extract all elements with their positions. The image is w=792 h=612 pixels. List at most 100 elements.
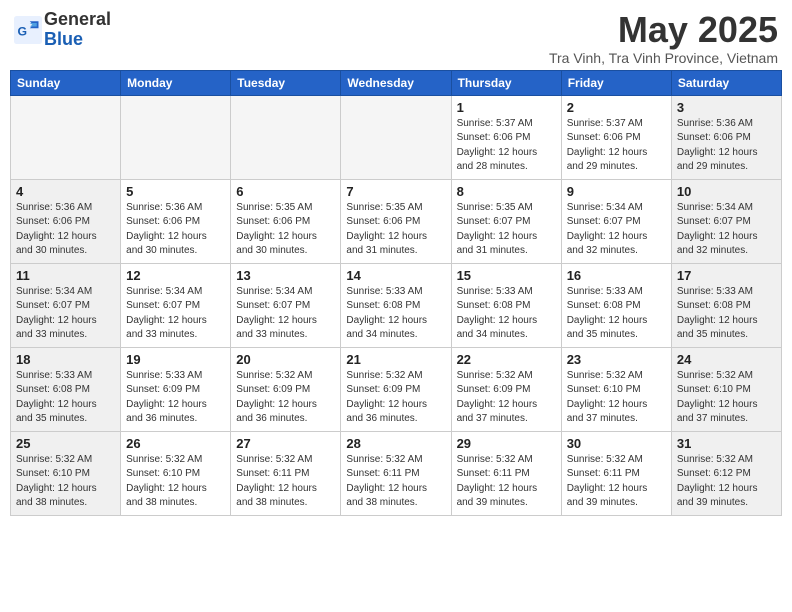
calendar-day: 24 Sunrise: 5:32 AM Sunset: 6:10 PM Dayli…: [671, 347, 781, 431]
logo-blue: Blue: [44, 29, 83, 49]
day-number: 2: [567, 100, 666, 115]
calendar-day: 2 Sunrise: 5:37 AM Sunset: 6:06 PM Daylig…: [561, 95, 671, 179]
day-number: 9: [567, 184, 666, 199]
day-number: 25: [16, 436, 115, 451]
location: Tra Vinh, Tra Vinh Province, Vietnam: [549, 50, 778, 66]
day-number: 24: [677, 352, 776, 367]
day-info: Sunrise: 5:37 AM Sunset: 6:06 PM Dayligh…: [567, 117, 666, 175]
calendar-day: 17 Sunrise: 5:33 AM Sunset: 6:08 PM Dayli…: [671, 263, 781, 347]
day-info: Sunrise: 5:34 AM Sunset: 6:07 PM Dayligh…: [16, 285, 115, 343]
calendar-week-4: 18 Sunrise: 5:33 AM Sunset: 6:08 PM Dayli…: [11, 347, 782, 431]
day-number: 12: [126, 268, 225, 283]
calendar-day: 9 Sunrise: 5:34 AM Sunset: 6:07 PM Daylig…: [561, 179, 671, 263]
calendar-day: 27 Sunrise: 5:32 AM Sunset: 6:11 PM Dayli…: [231, 431, 341, 515]
logo-icon: G: [14, 16, 42, 44]
day-header-monday: Monday: [121, 70, 231, 95]
day-number: 22: [457, 352, 556, 367]
calendar-day: [231, 95, 341, 179]
calendar-day: 19Sunrise: 5:33 AM Sunset: 6:09 PM Dayli…: [121, 347, 231, 431]
day-header-wednesday: Wednesday: [341, 70, 451, 95]
day-info: Sunrise: 5:32 AM Sunset: 6:10 PM Dayligh…: [567, 369, 666, 427]
calendar-day: 8 Sunrise: 5:35 AM Sunset: 6:07 PM Daylig…: [451, 179, 561, 263]
calendar-day: 7Sunrise: 5:35 AM Sunset: 6:06 PM Daylig…: [341, 179, 451, 263]
calendar-day: 6Sunrise: 5:35 AM Sunset: 6:06 PM Daylig…: [231, 179, 341, 263]
day-number: 17: [677, 268, 776, 283]
day-number: 14: [346, 268, 445, 283]
calendar-day: 14Sunrise: 5:33 AM Sunset: 6:08 PM Dayli…: [341, 263, 451, 347]
calendar-week-5: 25 Sunrise: 5:32 AM Sunset: 6:10 PM Dayli…: [11, 431, 782, 515]
logo: G General Blue: [14, 10, 111, 50]
calendar-day: 20Sunrise: 5:32 AM Sunset: 6:09 PM Dayli…: [231, 347, 341, 431]
day-info: Sunrise: 5:32 AM Sunset: 6:11 PM Dayligh…: [236, 453, 335, 511]
calendar-day: 21 Sunrise: 5:32 AM Sunset: 6:09 PM Dayli…: [341, 347, 451, 431]
day-number: 27: [236, 436, 335, 451]
day-header-thursday: Thursday: [451, 70, 561, 95]
calendar-day: 16 Sunrise: 5:33 AM Sunset: 6:08 PM Dayli…: [561, 263, 671, 347]
logo-general: General: [44, 9, 111, 29]
day-info: Sunrise: 5:32 AM Sunset: 6:09 PM Dayligh…: [457, 369, 556, 427]
calendar-day: 31 Sunrise: 5:32 AM Sunset: 6:12 PM Dayli…: [671, 431, 781, 515]
day-number: 23: [567, 352, 666, 367]
day-info: Sunrise: 5:34 AM Sunset: 6:07 PM Dayligh…: [126, 285, 225, 343]
calendar-day: 22 Sunrise: 5:32 AM Sunset: 6:09 PM Dayli…: [451, 347, 561, 431]
day-number: 31: [677, 436, 776, 451]
logo-text: General Blue: [44, 10, 111, 50]
calendar-day: 18 Sunrise: 5:33 AM Sunset: 6:08 PM Dayli…: [11, 347, 121, 431]
calendar-day: 3Sunrise: 5:36 AM Sunset: 6:06 PM Daylig…: [671, 95, 781, 179]
calendar-day: 26Sunrise: 5:32 AM Sunset: 6:10 PM Dayli…: [121, 431, 231, 515]
day-number: 18: [16, 352, 115, 367]
day-info: Sunrise: 5:32 AM Sunset: 6:09 PM Dayligh…: [346, 369, 445, 427]
calendar-day: 5Sunrise: 5:36 AM Sunset: 6:06 PM Daylig…: [121, 179, 231, 263]
day-info: Sunrise: 5:32 AM Sunset: 6:10 PM Dayligh…: [126, 453, 225, 511]
day-number: 19: [126, 352, 225, 367]
page-header: G General Blue May 2025 Tra Vinh, Tra Vi…: [10, 10, 782, 66]
day-number: 16: [567, 268, 666, 283]
day-number: 4: [16, 184, 115, 199]
day-number: 20: [236, 352, 335, 367]
day-info: Sunrise: 5:35 AM Sunset: 6:07 PM Dayligh…: [457, 201, 556, 259]
calendar-day: 1Sunrise: 5:37 AM Sunset: 6:06 PM Daylig…: [451, 95, 561, 179]
day-info: Sunrise: 5:32 AM Sunset: 6:10 PM Dayligh…: [16, 453, 115, 511]
day-info: Sunrise: 5:32 AM Sunset: 6:12 PM Dayligh…: [677, 453, 776, 511]
calendar-header-row: SundayMondayTuesdayWednesdayThursdayFrid…: [11, 70, 782, 95]
day-number: 15: [457, 268, 556, 283]
calendar-day: 25 Sunrise: 5:32 AM Sunset: 6:10 PM Dayli…: [11, 431, 121, 515]
day-info: Sunrise: 5:36 AM Sunset: 6:06 PM Dayligh…: [16, 201, 115, 259]
day-info: Sunrise: 5:36 AM Sunset: 6:06 PM Dayligh…: [677, 117, 776, 175]
day-info: Sunrise: 5:32 AM Sunset: 6:11 PM Dayligh…: [457, 453, 556, 511]
day-info: Sunrise: 5:32 AM Sunset: 6:10 PM Dayligh…: [677, 369, 776, 427]
calendar-day: [121, 95, 231, 179]
day-info: Sunrise: 5:35 AM Sunset: 6:06 PM Dayligh…: [236, 201, 335, 259]
day-info: Sunrise: 5:33 AM Sunset: 6:08 PM Dayligh…: [677, 285, 776, 343]
calendar-day: 30Sunrise: 5:32 AM Sunset: 6:11 PM Dayli…: [561, 431, 671, 515]
day-header-friday: Friday: [561, 70, 671, 95]
day-info: Sunrise: 5:33 AM Sunset: 6:08 PM Dayligh…: [16, 369, 115, 427]
calendar-day: 11Sunrise: 5:34 AM Sunset: 6:07 PM Dayli…: [11, 263, 121, 347]
calendar-week-2: 4 Sunrise: 5:36 AM Sunset: 6:06 PM Daylig…: [11, 179, 782, 263]
month-year: May 2025: [549, 10, 778, 50]
day-info: Sunrise: 5:34 AM Sunset: 6:07 PM Dayligh…: [677, 201, 776, 259]
svg-text:G: G: [18, 24, 28, 38]
calendar-day: [341, 95, 451, 179]
calendar-day: 23 Sunrise: 5:32 AM Sunset: 6:10 PM Dayli…: [561, 347, 671, 431]
day-number: 29: [457, 436, 556, 451]
day-info: Sunrise: 5:34 AM Sunset: 6:07 PM Dayligh…: [567, 201, 666, 259]
day-info: Sunrise: 5:33 AM Sunset: 6:08 PM Dayligh…: [457, 285, 556, 343]
calendar-week-1: 1 Sunrise: 5:37 AM Sunset: 6:06 PM Daylig…: [11, 95, 782, 179]
day-info: Sunrise: 5:36 AM Sunset: 6:06 PM Dayligh…: [126, 201, 225, 259]
calendar-day: [11, 95, 121, 179]
calendar-table: SundayMondayTuesdayWednesdayThursdayFrid…: [10, 70, 782, 516]
day-number: 21: [346, 352, 445, 367]
day-number: 8: [457, 184, 556, 199]
calendar-day: 12 Sunrise: 5:34 AM Sunset: 6:07 PM Dayli…: [121, 263, 231, 347]
calendar-day: 29 Sunrise: 5:32 AM Sunset: 6:11 PM Dayli…: [451, 431, 561, 515]
day-info: Sunrise: 5:32 AM Sunset: 6:11 PM Dayligh…: [346, 453, 445, 511]
calendar-week-3: 11Sunrise: 5:34 AM Sunset: 6:07 PM Dayli…: [11, 263, 782, 347]
calendar-day: 15 Sunrise: 5:33 AM Sunset: 6:08 PM Dayli…: [451, 263, 561, 347]
day-info: Sunrise: 5:34 AM Sunset: 6:07 PM Dayligh…: [236, 285, 335, 343]
calendar-day: 13Sunrise: 5:34 AM Sunset: 6:07 PM Dayli…: [231, 263, 341, 347]
day-header-tuesday: Tuesday: [231, 70, 341, 95]
day-number: 1: [457, 100, 556, 115]
title-block: May 2025 Tra Vinh, Tra Vinh Province, Vi…: [549, 10, 778, 66]
day-info: Sunrise: 5:33 AM Sunset: 6:08 PM Dayligh…: [567, 285, 666, 343]
